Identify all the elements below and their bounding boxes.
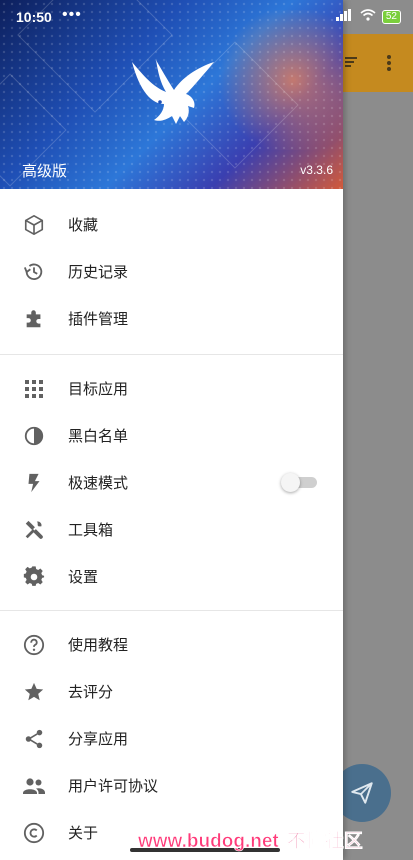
menu-item-tutorial[interactable]: 使用教程 [0,621,343,668]
send-plane-icon [351,782,373,804]
menu-item-label: 使用教程 [68,636,129,654]
menu-item-target-apps[interactable]: 目标应用 [0,365,343,412]
tools-icon [22,518,46,542]
menu-item-label: 用户许可协议 [68,777,159,795]
menu-item-share[interactable]: 分享应用 [0,715,343,762]
people-icon [22,774,46,798]
menu-item-plugins[interactable]: 插件管理 [0,295,343,342]
menu-group-primary: 收藏 历史记录 插件管理 [0,189,343,354]
eagle-logo-icon [130,56,216,130]
help-icon [22,633,46,657]
navigation-drawer: 高级版 v3.3.6 收藏 历史记录 插件管理 目标应用 黑白名单 极速模式 工… [0,0,343,860]
sort-icon[interactable] [345,54,359,73]
status-dots: ••• [62,6,82,23]
menu-item-label: 收藏 [68,216,99,234]
menu-group-info: 使用教程 去评分 分享应用 用户许可协议 关于 [0,611,343,856]
status-time: 10:50 [16,9,52,25]
watermark-site: www.budog.net [138,831,279,853]
menu-item-label: 目标应用 [68,380,129,398]
menu-item-label: 工具箱 [68,521,114,539]
turbo-mode-toggle[interactable] [281,473,317,492]
menu-item-label: 极速模式 [68,474,129,492]
contrast-icon [22,424,46,448]
menu-item-label: 历史记录 [68,263,129,281]
gear-icon [22,565,46,589]
menu-item-blacklist[interactable]: 黑白名单 [0,412,343,459]
cube-icon [22,213,46,237]
apps-grid-icon [22,377,46,401]
menu-item-label: 关于 [68,824,99,842]
watermark-name: 不懂社区 [286,831,363,853]
watermark: www.budog.net 不懂社区 [138,826,363,853]
menu-item-history[interactable]: 历史记录 [0,248,343,295]
menu-item-settings[interactable]: 设置 [0,553,343,600]
menu-item-turbo-mode[interactable]: 极速模式 [0,459,343,506]
more-vert-icon[interactable] [386,54,392,76]
share-icon [22,727,46,751]
edition-label: 高级版 [22,162,68,180]
signal-icon [335,9,354,24]
status-bar: 10:50 ••• 52 [0,0,413,34]
menu-item-rate[interactable]: 去评分 [0,668,343,715]
star-icon [22,680,46,704]
flash-icon [22,471,46,495]
menu-item-favorites[interactable]: 收藏 [0,201,343,248]
wifi-icon [360,9,376,24]
battery-indicator: 52 [381,9,401,24]
menu-item-label: 分享应用 [68,730,129,748]
menu-group-features: 目标应用 黑白名单 极速模式 工具箱 设置 [0,355,343,610]
menu-item-toolbox[interactable]: 工具箱 [0,506,343,553]
puzzle-icon [22,307,46,331]
menu-item-label: 黑白名单 [68,427,129,445]
menu-item-label: 设置 [68,568,99,586]
copyright-icon [22,821,46,845]
version-label: v3.3.6 [300,163,333,177]
menu-item-license[interactable]: 用户许可协议 [0,762,343,809]
history-icon [22,260,46,284]
menu-item-label: 插件管理 [68,310,129,328]
menu-item-label: 去评分 [68,683,114,701]
